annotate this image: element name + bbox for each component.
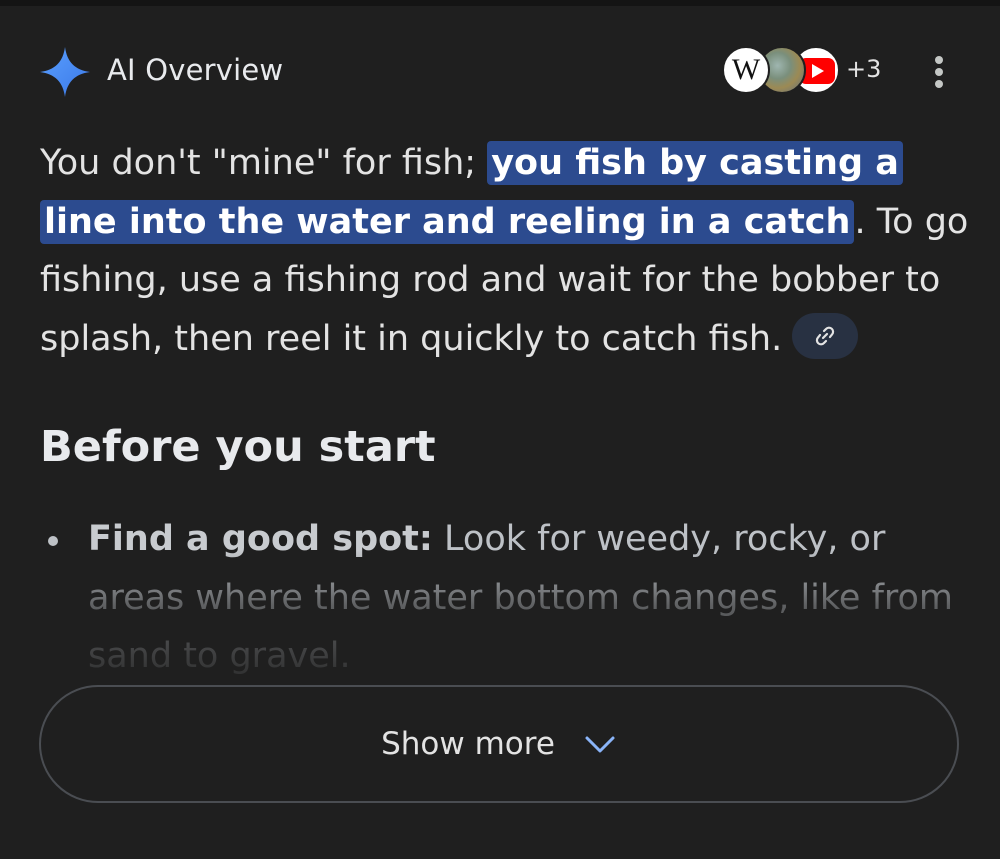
bullet-list: Find a good spot: Look for weedy, rocky,… (40, 510, 970, 680)
overview-paragraph: You don't "mine" for fish; you fish by c… (40, 134, 970, 368)
chevron-down-icon (583, 732, 617, 756)
more-sources-count[interactable]: +3 (846, 55, 881, 83)
more-vert-icon[interactable] (924, 54, 954, 90)
show-more-label: Show more (381, 726, 555, 762)
link-icon[interactable] (792, 312, 859, 359)
fade-overlay (40, 550, 970, 680)
ai-overview-header: AI Overview W +3 (0, 36, 1000, 106)
wikipedia-icon[interactable]: W (722, 46, 770, 94)
top-edge (0, 0, 1000, 6)
show-more-button[interactable]: Show more (39, 685, 959, 803)
overview-text-before: You don't "mine" for fish; (40, 143, 488, 183)
sparkle-icon (38, 45, 92, 99)
source-icons[interactable]: W (722, 46, 842, 98)
overview-title: AI Overview (107, 53, 284, 87)
bullet-marker (48, 536, 58, 546)
section-heading: Before you start (40, 422, 436, 472)
